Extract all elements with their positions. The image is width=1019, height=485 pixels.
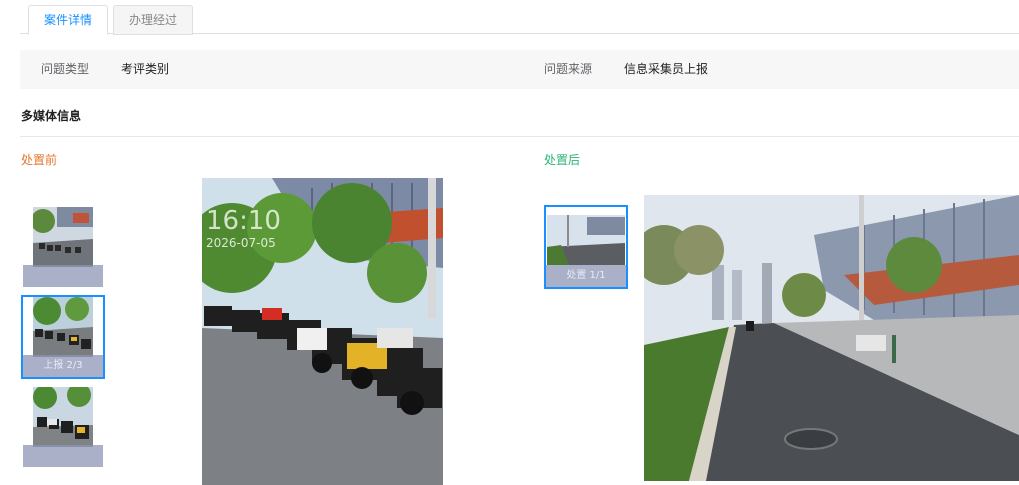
thumbnail-caption <box>23 265 103 287</box>
problem-source-label: 问题来源 <box>544 62 593 76</box>
thumbnail-image <box>33 387 93 447</box>
before-disposal-label: 处置前 <box>21 153 58 167</box>
tab-process-history[interactable]: 办理经过 <box>113 5 193 35</box>
thumbnail-image <box>33 207 93 267</box>
thumbnail-image <box>547 215 625 265</box>
photo-watermark-time: 16:10 <box>206 206 281 236</box>
case-info-row: 问题类型 考评类别 问题来源 信息采集员上报 <box>20 50 1019 89</box>
multimedia-section-title: 多媒体信息 <box>21 109 82 123</box>
tab-case-details[interactable]: 案件详情 <box>28 5 108 35</box>
problem-source-value: 信息采集员上报 <box>624 62 709 76</box>
tab-bar: 案件详情 办理经过 <box>20 4 1019 35</box>
thumbnail-caption <box>23 445 103 467</box>
thumbnail-caption: 上报 2/3 <box>23 355 103 377</box>
photo-watermark-date: 2026-07-05 <box>206 236 276 250</box>
thumbnail-caption: 处置 1/1 <box>546 265 626 287</box>
section-divider <box>20 136 1019 137</box>
problem-type-label: 问题类型 <box>41 62 90 76</box>
after-main-photo[interactable] <box>644 195 1019 481</box>
after-disposal-label: 处置后 <box>544 153 581 167</box>
thumbnail-image <box>33 297 93 357</box>
before-main-photo[interactable]: 16:10 2026-07-05 <box>202 178 443 485</box>
problem-type-value: 考评类别 <box>121 62 170 76</box>
